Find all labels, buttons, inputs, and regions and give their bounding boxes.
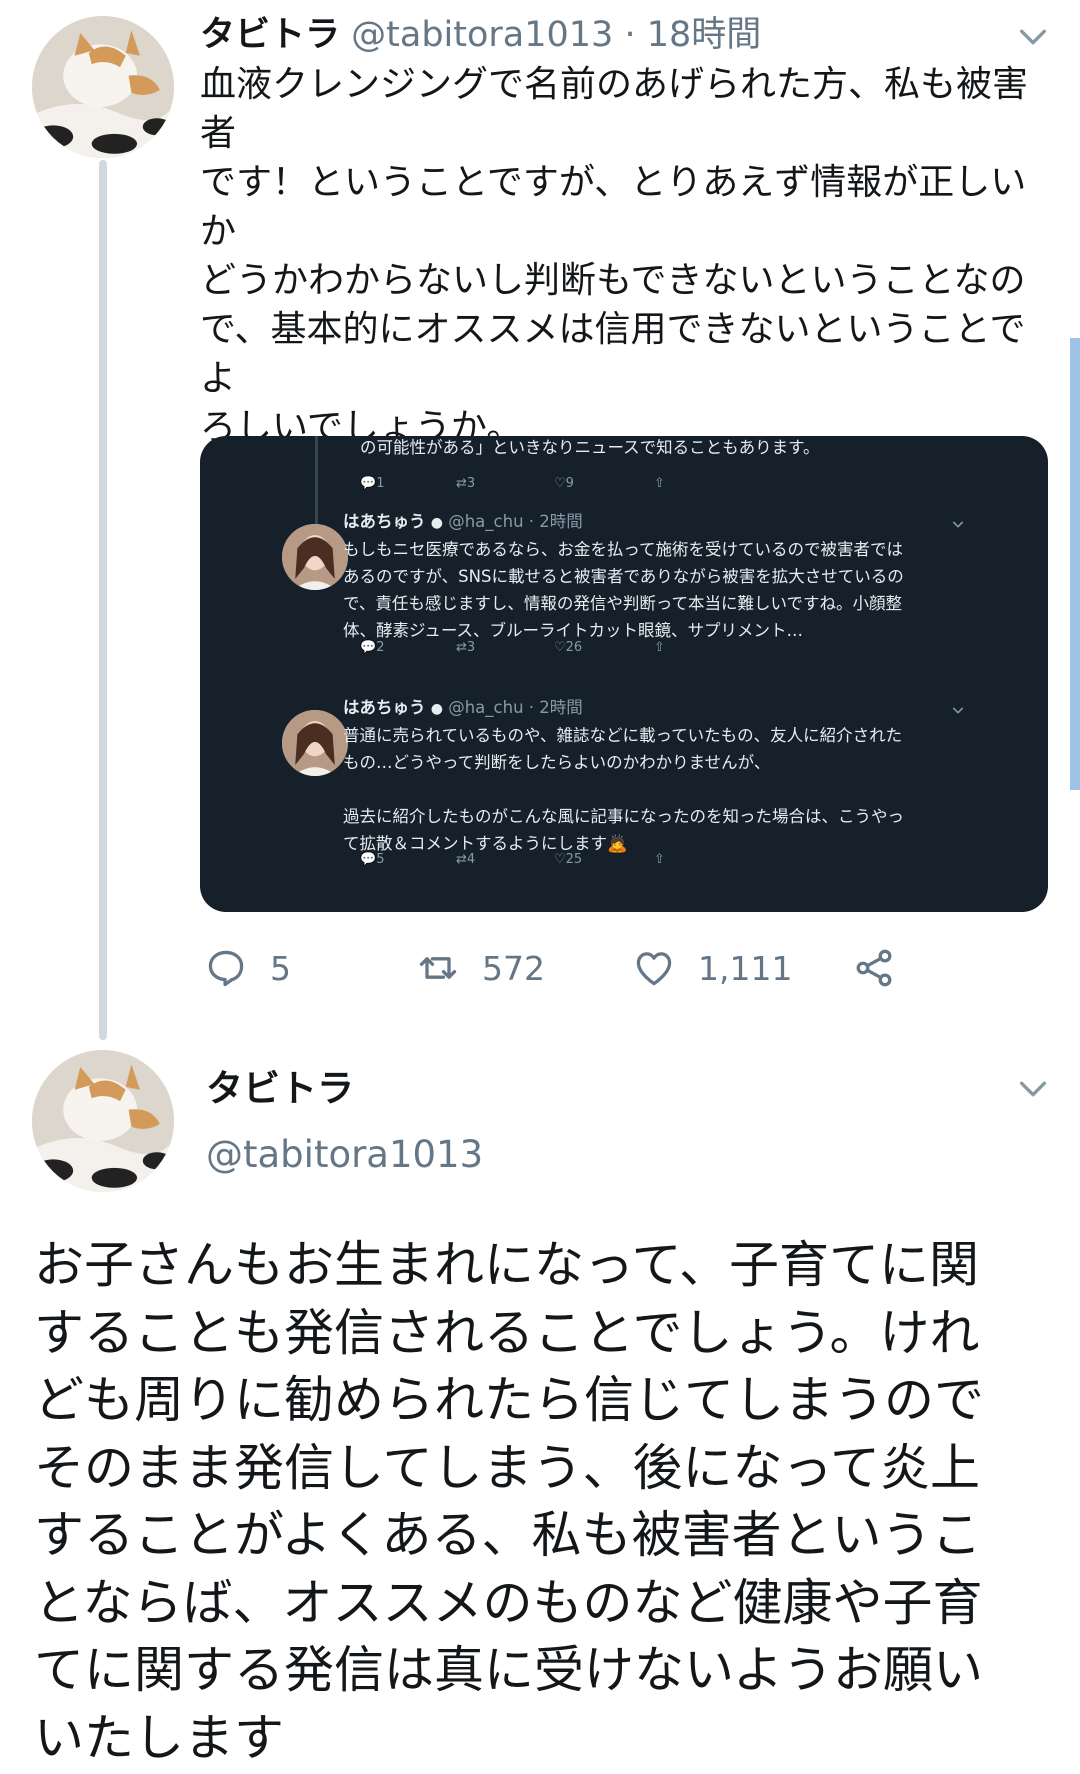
heart-icon: [636, 952, 672, 986]
user-handle[interactable]: @tabitora1013: [206, 1130, 483, 1180]
chevron-down-icon: [952, 707, 964, 714]
embedded-avatar: [282, 710, 348, 776]
thread-line: [315, 436, 318, 536]
display-name[interactable]: タビトラ: [206, 1064, 354, 1114]
thread-connector-line: [99, 160, 107, 1040]
embedded-post-text: 普通に売られているものや、雑誌などに載っていたもの、友人に紹介された もの…どう…: [343, 726, 904, 853]
embedded-share-icon: ⇧: [654, 852, 665, 867]
embedded-post-header: はあちゅう ● @ha_chu · 2時間: [343, 696, 583, 721]
like-count: 1,111: [698, 948, 793, 988]
retweet-count: 572: [482, 948, 545, 988]
embedded-reply-count: 💬2: [360, 640, 385, 655]
embedded-post-text: もしもニセ医療であるなら、お金を払って施術を受けているので被害者では あるのです…: [343, 540, 904, 640]
embedded-handle: @ha_chu · 2時間: [448, 698, 583, 717]
scrollbar-thumb[interactable]: [1070, 338, 1080, 790]
reply-count: 5: [270, 948, 291, 988]
embedded-like-count: ♡26: [554, 640, 583, 655]
tweet-header: タビトラ @tabitora1013 · 18時間: [200, 10, 761, 60]
verified-badge-icon: ●: [430, 701, 443, 717]
display-name[interactable]: タビトラ: [200, 15, 340, 55]
like-button[interactable]: 1,111: [632, 940, 792, 996]
tweet-text: お子さんもお生まれになって、子育てに関 することも発信されることでしょう。けれ …: [34, 1236, 984, 1767]
chevron-down-icon: [952, 521, 964, 528]
embedded-like-count: ♡25: [554, 852, 583, 867]
embedded-post-header: はあちゅう ● @ha_chu · 2時間: [343, 510, 583, 535]
retweet-icon: [419, 957, 457, 979]
embedded-share-icon: ⇧: [654, 640, 665, 655]
chevron-down-icon[interactable]: [1016, 20, 1050, 54]
verified-badge-icon: ●: [430, 515, 443, 531]
avatar[interactable]: [32, 1050, 174, 1192]
share-icon: [856, 949, 892, 987]
embedded-reply-count: 💬5: [360, 852, 385, 867]
embedded-handle: @ha_chu · 2時間: [448, 512, 583, 531]
embedded-display-name: はあちゅう: [343, 698, 426, 717]
embedded-screenshot[interactable]: の可能性がある」といきなりニュースで知ることもあります。 💬1 ⇄3 ♡9 ⇧ …: [200, 436, 1048, 912]
share-button[interactable]: [852, 940, 918, 996]
embedded-share-icon: ⇧: [654, 476, 665, 491]
user-handle[interactable]: @tabitora1013: [351, 15, 613, 55]
embedded-display-name: はあちゅう: [343, 512, 426, 531]
reply-icon: [208, 950, 244, 987]
tweet-action-bar: 5 572 1,111: [200, 940, 960, 996]
cat-avatar-image: [32, 16, 174, 158]
avatar[interactable]: [32, 16, 174, 158]
chevron-down-icon[interactable]: [1016, 1072, 1050, 1106]
retweet-button[interactable]: 572: [416, 940, 545, 996]
embedded-retweet-count: ⇄3: [456, 640, 476, 655]
embedded-like-count: ♡9: [554, 476, 574, 491]
embedded-avatar: [282, 524, 348, 590]
embedded-retweet-count: ⇄3: [456, 476, 476, 491]
cat-avatar-image: [32, 1050, 174, 1192]
embedded-top-text: の可能性がある」といきなりニュースで知ることもあります。: [360, 438, 820, 457]
timestamp[interactable]: · 18時間: [624, 15, 761, 55]
embedded-reply-count: 💬1: [360, 476, 385, 491]
reply-button[interactable]: 5: [204, 940, 291, 996]
embedded-retweet-count: ⇄4: [456, 852, 476, 867]
